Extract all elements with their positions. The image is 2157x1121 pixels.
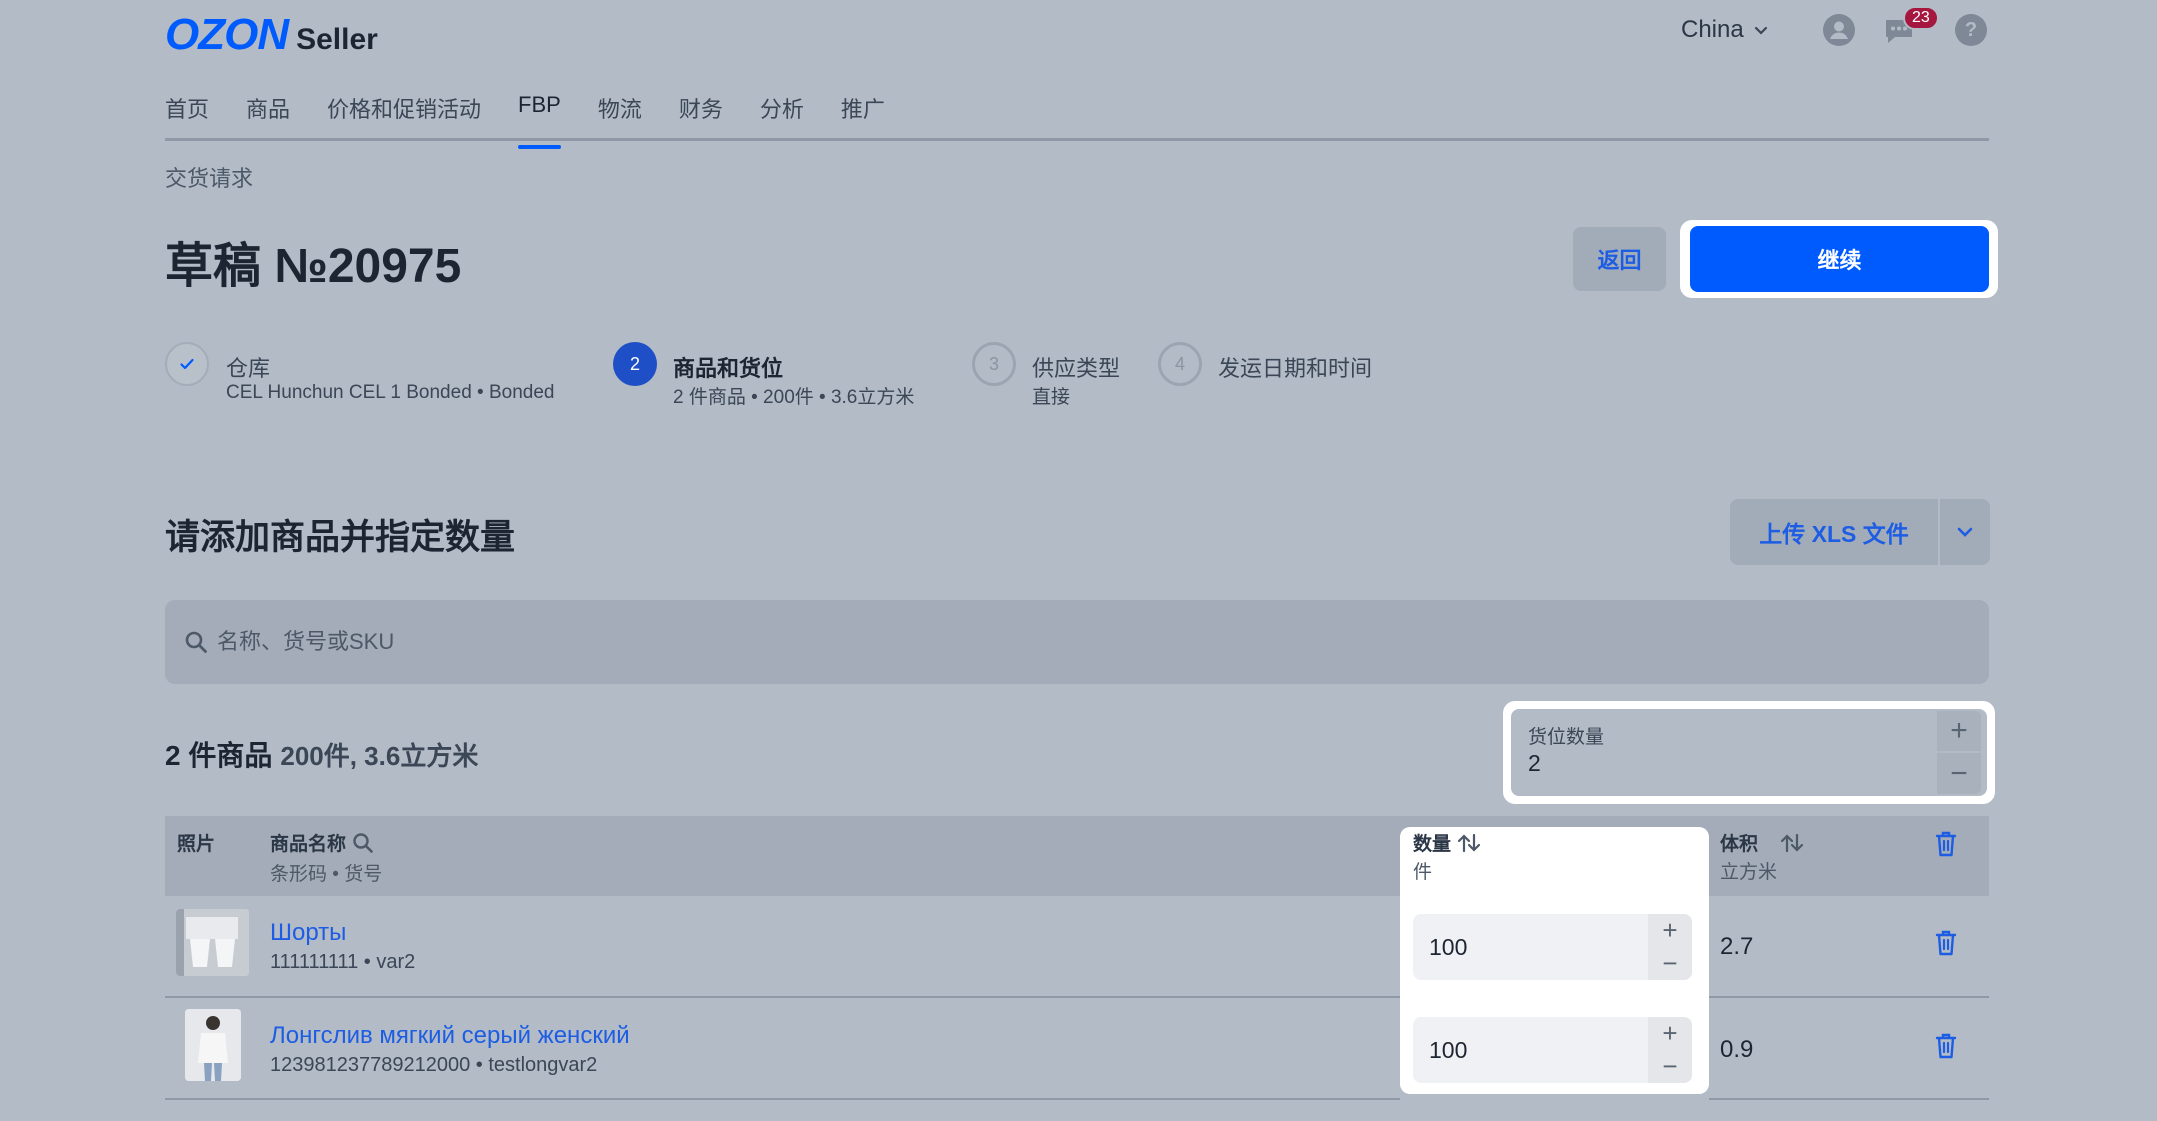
header-volume[interactable]: 体积 — [1720, 829, 1804, 856]
product-search — [165, 600, 1989, 684]
sort-icon[interactable] — [1780, 833, 1804, 853]
step-4-number: 4 — [1158, 342, 1202, 386]
items-details: 200件, 3.6立方米 — [280, 741, 479, 771]
header-name: 商品名称 — [270, 829, 374, 856]
quantity-stepper-1[interactable]: 100 + − — [1413, 914, 1692, 980]
chevron-down-icon — [1957, 527, 1973, 537]
pallet-label: 货位数量 — [1528, 727, 1605, 748]
help-icon[interactable]: ? — [1955, 14, 1987, 46]
section-title: 请添加商品并指定数量 — [165, 518, 516, 557]
continue-button[interactable]: 继续 — [1690, 226, 1989, 292]
header-name-sub: 条形码 • 货号 — [270, 864, 383, 885]
row-divider — [1709, 1098, 1989, 1100]
step-2-subtitle: 2 件商品 • 200件 • 3.6立方米 — [673, 387, 915, 408]
quantity-steps-2: + − — [1648, 1017, 1692, 1083]
nav-item-fbp[interactable]: FBP — [518, 88, 561, 149]
quantity-decrement-2[interactable]: − — [1648, 1050, 1692, 1083]
delete-row-icon[interactable] — [1935, 930, 1957, 961]
quantity-value-2[interactable]: 100 — [1413, 1017, 1648, 1083]
pallet-increment-button[interactable]: + — [1937, 711, 1981, 751]
nav-item-finance[interactable]: 财务 — [679, 88, 723, 138]
product-volume-2: 0.9 — [1720, 1036, 1754, 1063]
country-label: China — [1681, 16, 1744, 43]
search-input[interactable] — [215, 628, 1919, 656]
step-3-title: 供应类型 — [1032, 356, 1121, 381]
logo-brand: OZON — [165, 10, 289, 59]
product-sub-1: 111111111 • var2 — [270, 951, 416, 973]
product-volume-1: 2.7 — [1720, 933, 1754, 960]
notification-badge: 23 — [1903, 6, 1939, 30]
upload-options-button[interactable] — [1940, 499, 1990, 565]
quantity-stepper-2[interactable]: 100 + − — [1413, 1017, 1692, 1083]
items-summary: 2 件商品 200件, 3.6立方米 — [165, 734, 478, 774]
step-1-check-icon[interactable] — [165, 342, 209, 386]
main-nav: 首页 商品 价格和促销活动 FBP 物流 财务 分析 推广 — [165, 88, 1989, 149]
header-quantity[interactable]: 数量 — [1413, 829, 1481, 856]
product-name-1[interactable]: Шорты — [270, 919, 346, 947]
step-1-title: 仓库 — [226, 356, 271, 381]
logo-product: Seller — [296, 23, 378, 56]
upload-xls-button[interactable]: 上传 XLS 文件 — [1730, 499, 1940, 565]
row-divider — [1709, 996, 1989, 998]
ozon-logo[interactable]: OZON Seller — [165, 10, 378, 60]
header-quantity-sub: 件 — [1413, 862, 1433, 883]
items-count: 2 件商品 — [165, 740, 273, 771]
table-header — [165, 816, 1989, 896]
step-3-number: 3 — [972, 342, 1016, 386]
nav-item-analytics[interactable]: 分析 — [760, 88, 804, 138]
step-4-title: 发运日期和时间 — [1218, 356, 1373, 381]
delete-all-icon[interactable] — [1935, 831, 1957, 862]
quantity-decrement-1[interactable]: − — [1648, 947, 1692, 980]
search-icon[interactable] — [352, 832, 374, 854]
quantity-steps-1: + − — [1648, 914, 1692, 980]
product-sub-2: 123981237789212000 • testlongvar2 — [270, 1054, 598, 1076]
pallet-value[interactable]: 2 — [1528, 750, 1541, 777]
delete-row-icon[interactable] — [1935, 1033, 1957, 1064]
search-icon — [183, 629, 209, 655]
header-photo: 照片 — [177, 834, 216, 855]
step-3-subtitle: 直接 — [1032, 387, 1071, 408]
quantity-increment-1[interactable]: + — [1648, 914, 1692, 947]
row-divider — [165, 996, 1400, 998]
quantity-value-1[interactable]: 100 — [1413, 914, 1648, 980]
nav-item-logistics[interactable]: 物流 — [598, 88, 642, 138]
product-photo-2 — [185, 1009, 241, 1081]
user-icon[interactable] — [1823, 14, 1855, 46]
back-button[interactable]: 返回 — [1573, 227, 1666, 291]
pallet-decrement-button[interactable]: − — [1937, 753, 1981, 794]
nav-item-prices[interactable]: 价格和促销活动 — [327, 88, 481, 138]
step-2-title: 商品和货位 — [673, 356, 784, 381]
step-2-number: 2 — [613, 342, 657, 386]
row-divider — [165, 1098, 1400, 1100]
breadcrumb[interactable]: 交货请求 — [165, 161, 253, 193]
chevron-down-icon — [1754, 26, 1767, 35]
nav-item-products[interactable]: 商品 — [246, 88, 290, 138]
nav-item-home[interactable]: 首页 — [165, 88, 209, 138]
nav-item-promotion[interactable]: 推广 — [841, 88, 885, 138]
step-1-subtitle: CEL Hunchun CEL 1 Bonded • Bonded — [226, 382, 555, 403]
page-title: 草稿 №20975 — [165, 240, 462, 293]
product-photo-1 — [176, 909, 249, 976]
header-volume-sub: 立方米 — [1720, 862, 1778, 883]
sort-icon[interactable] — [1457, 833, 1481, 853]
country-selector[interactable]: China — [1681, 16, 1770, 44]
product-name-2[interactable]: Лонгслив мягкий серый женский — [270, 1022, 630, 1050]
upload-xls-button-group: 上传 XLS 文件 — [1730, 499, 1990, 565]
quantity-increment-2[interactable]: + — [1648, 1017, 1692, 1050]
